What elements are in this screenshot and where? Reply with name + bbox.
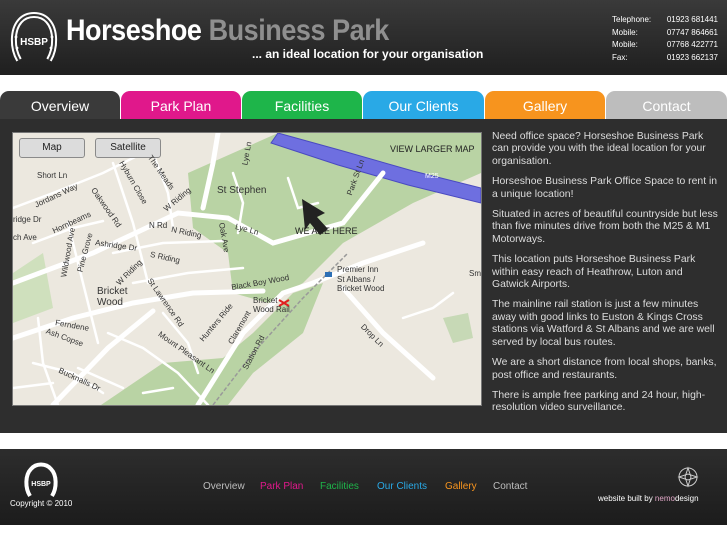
site-footer: HSBP Copyright © 2010 Overview Park Plan… [0, 449, 727, 525]
built-by-design: design [674, 494, 699, 503]
site-header: HSBP Horseshoe Business Park ... an idea… [0, 0, 727, 75]
map-label-bricket-rail: Bricket Wood Rail [253, 296, 290, 314]
map-label-bricket-wood: Bricket Wood [97, 286, 128, 308]
tab-contact[interactable]: Contact [606, 91, 727, 119]
footer-horseshoe-logo-icon[interactable]: HSBP [24, 461, 58, 499]
overview-paragraph: There is ample free parking and 24 hour,… [492, 389, 706, 414]
footer-link-our-clients[interactable]: Our Clients [377, 481, 427, 492]
overview-paragraph: Situated in acres of beautiful countrysi… [492, 209, 718, 245]
contact-label: Mobile: [612, 27, 638, 37]
contact-value: 01923 662137 [666, 52, 718, 62]
contact-value: 07747 864661 [666, 27, 718, 37]
tab-park-plan[interactable]: Park Plan [121, 91, 241, 119]
contact-row: Fax: 01923 662137 [612, 52, 718, 65]
footer-link-overview[interactable]: Overview [203, 481, 245, 492]
title-main: Horseshoe [66, 14, 202, 47]
horseshoe-logo-icon[interactable]: HSBP [10, 10, 58, 64]
contact-label: Fax: [612, 52, 628, 62]
map-label-n-rd: N Rd [149, 221, 168, 230]
footer-link-facilities[interactable]: Facilities [320, 481, 359, 492]
view-larger-map-link[interactable]: VIEW LARGER MAP [390, 144, 475, 154]
footer-link-contact[interactable]: Contact [493, 481, 527, 492]
main-content-area: Map Satellite VIEW LARGER MAP M25 St Ste… [0, 119, 727, 433]
overview-paragraph: We are a short distance from local shops… [492, 357, 717, 381]
map-label-sm: Sm [469, 269, 481, 278]
tab-gallery[interactable]: Gallery [485, 91, 605, 119]
nemodesign-logo-icon[interactable] [676, 465, 700, 489]
contact-label: Telephone: [612, 15, 652, 24]
tab-facilities[interactable]: Facilities [242, 91, 362, 119]
contact-row: Mobile: 07747 864661 [612, 27, 718, 40]
overview-paragraph: Need office space? Horseshoe Business Pa… [492, 131, 706, 167]
contact-row: Mobile: 07768 422771 [612, 39, 718, 52]
main-nav-tabs: Overview Park Plan Facilities Our Client… [0, 91, 727, 119]
footer-link-park-plan[interactable]: Park Plan [260, 481, 303, 492]
map-label-short-ln: Short Ln [37, 171, 68, 180]
footer-link-gallery[interactable]: Gallery [445, 481, 477, 492]
contact-label: Mobile: [612, 40, 638, 49]
overview-paragraph: The mainline rail station is just a few … [492, 299, 715, 348]
built-by-nemo: nemo [654, 494, 675, 503]
contact-value: 07768 422771 [666, 40, 718, 49]
tab-our-clients[interactable]: Our Clients [363, 91, 484, 119]
contact-value: 01923 681441 [666, 15, 718, 24]
contact-numbers: Telephone: 01923 681441 Mobile: 07747 8646… [612, 14, 718, 64]
map-label-st-stephen: St Stephen [217, 185, 267, 196]
site-title: Horseshoe Business Park [66, 14, 389, 48]
tab-overview[interactable]: Overview [0, 91, 120, 119]
built-by-credit[interactable]: website built by nemodesign [598, 494, 699, 503]
map-label-bridge-dr: ridge Dr [13, 215, 42, 224]
map-view-button[interactable]: Map [19, 138, 85, 158]
copyright-text: Copyright © 2010 [10, 499, 73, 508]
map-label-m25: M25 [425, 173, 439, 180]
overview-text: Need office space? Horseshoe Business Pa… [492, 131, 720, 423]
overview-paragraph: Horseshoe Business Park Office Space to … [492, 176, 718, 200]
built-by-text: website built by [598, 494, 655, 503]
map-label-we-are-here: WE ARE HERE [295, 226, 358, 236]
map-label-premier-inn: Premier Inn St Albans / Bricket Wood [337, 265, 385, 293]
title-park: Business Park [208, 14, 390, 47]
map-label-ch-ave: ch Ave [13, 233, 37, 242]
location-map[interactable]: Map Satellite VIEW LARGER MAP M25 St Ste… [12, 132, 482, 406]
logo-text: HSBP [20, 37, 48, 48]
footer-logo-text: HSBP [31, 481, 51, 488]
contact-row: Telephone: 01923 681441 [612, 14, 718, 27]
overview-paragraph: This location puts Horseshoe Business Pa… [492, 254, 696, 291]
site-tagline: ... an ideal location for your organisat… [252, 47, 484, 61]
